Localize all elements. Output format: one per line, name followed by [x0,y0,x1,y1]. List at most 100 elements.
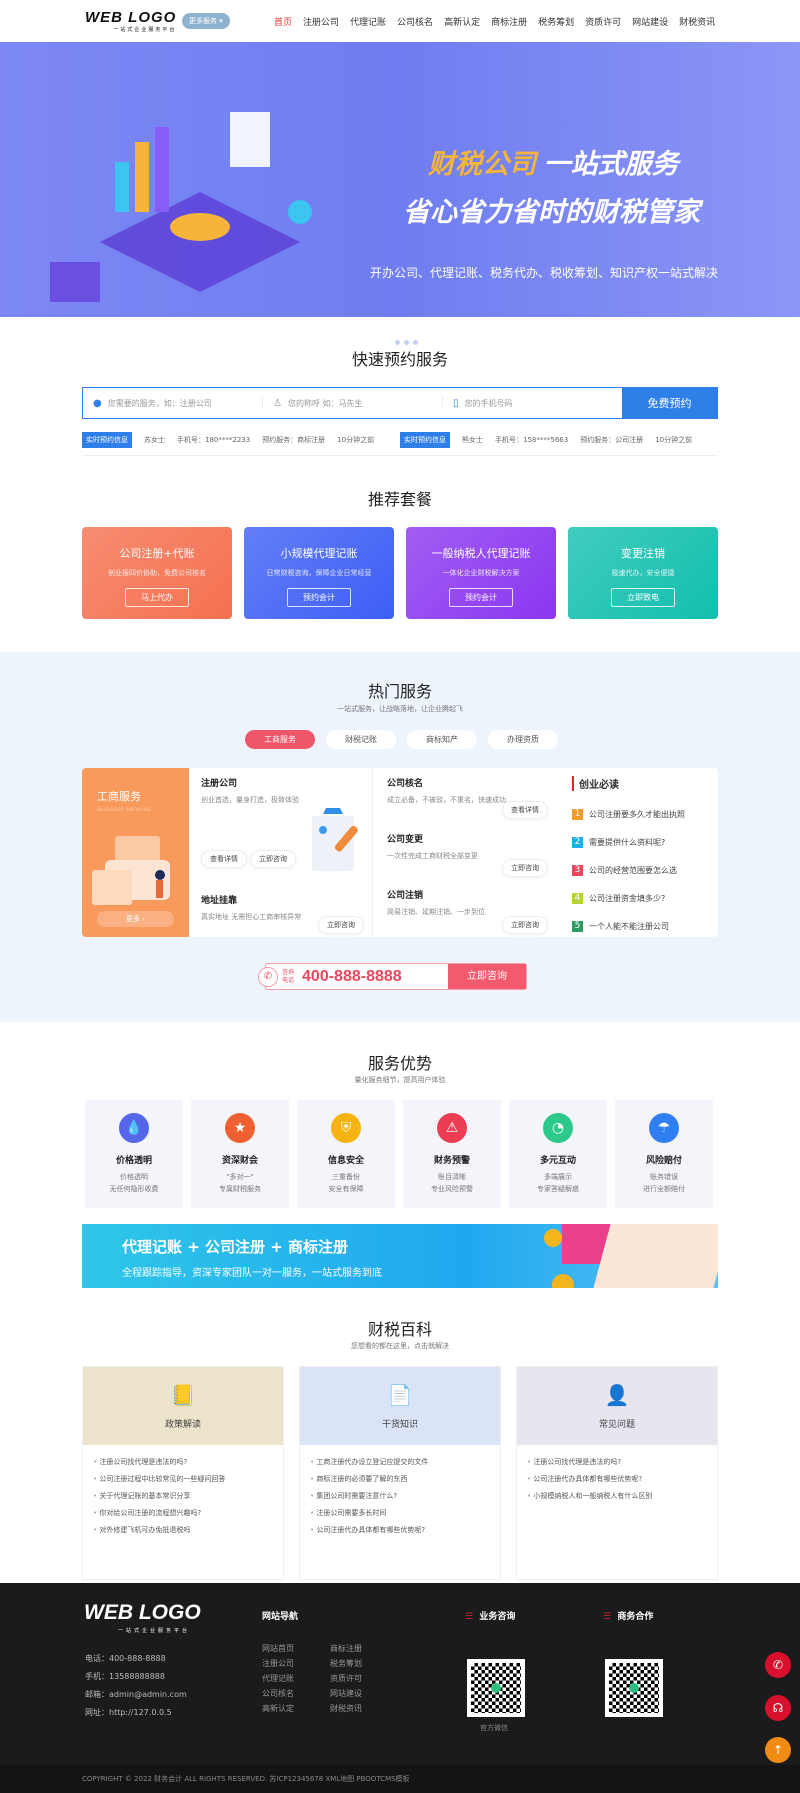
tab-0[interactable]: 工商服务 [245,730,315,749]
service-item[interactable]: 公司注销 简易注销、延期注销、一步到位 [387,888,485,917]
free-booking-button[interactable]: 免费预约 [622,388,717,418]
reading-link[interactable]: 公司注册要多久才能出执照 [589,809,685,820]
nav-item[interactable]: 注册公司 [303,15,339,28]
reading-item[interactable]: 4 公司注册资金填多少? [572,884,712,912]
logo[interactable]: WEB LOGO 一站式企业服务平台 [85,9,176,33]
package-button[interactable]: 马上代办 [125,588,189,607]
nav-item[interactable]: 商标注册 [491,15,527,28]
nav-item[interactable]: 资质许可 [585,15,621,28]
reading-link[interactable]: 需要提供什么资料呢? [589,837,665,848]
package-card[interactable]: 小规模代理记账 日常财税咨询，保障企业日常经营 预约会计 [244,527,394,619]
nav-item[interactable]: 财税资讯 [679,15,715,28]
view-details-button[interactable]: 查看详情 [502,801,548,819]
reading-item[interactable]: 3 公司的经营范围要怎么选 [572,856,712,884]
tab-1[interactable]: 财税记账 [326,730,396,749]
article-link[interactable]: 你对给公司注册的流程想兴趣吗? [93,1508,273,1525]
phone-float-button[interactable]: ✆ [765,1652,791,1678]
footer-nav-link[interactable]: 资质许可 [330,1673,390,1684]
nav-item[interactable]: 首页 [274,15,292,28]
promo-title: 代理记账 + 公司注册 + 商标注册 [122,1238,349,1256]
phone-input[interactable]: ▯ 您的手机号码 [443,396,622,410]
article-link[interactable]: 公司注册代办具体都有哪些优势呢? [527,1474,707,1491]
consult-button[interactable]: 立即咨询 [502,916,548,934]
footer-nav-link[interactable]: 财税资讯 [330,1703,390,1714]
footer-nav-link[interactable]: 代理记账 [262,1673,330,1684]
footer-nav-link[interactable]: 公司核名 [262,1688,330,1699]
tab-2[interactable]: 商标知产 [407,730,477,749]
article-link[interactable]: 关于代理记账的基本常识分享 [93,1491,273,1508]
package-button[interactable]: 预约会计 [449,588,513,607]
menu-icon: ☰ [465,1612,474,1622]
article-link[interactable]: 对外修建飞机可办免抵退税吗 [93,1525,273,1542]
reading-item[interactable]: 2 需要提供什么资料呢? [572,828,712,856]
umbrella-icon: ☂ [649,1113,679,1143]
article-link[interactable]: 注册公司找代理是违法的吗? [527,1457,707,1474]
consult-button[interactable]: 立即咨询 [250,850,296,868]
nav-item[interactable]: 网站建设 [632,15,668,28]
package-button[interactable]: 立即致电 [611,588,675,607]
package-card[interactable]: 公司注册+代账 创业报四价协助，免费公司核名 马上代办 [82,527,232,619]
nav-item[interactable]: 公司核名 [397,15,433,28]
service-item[interactable]: 注册公司 创业首选，量身打造，极致体验 [201,776,299,805]
contact-info: 手机：13588888888 [85,1672,165,1681]
article-link[interactable]: 商标注册的必须要了解的东西 [310,1474,490,1491]
business-services-card[interactable]: 工商服务 Business Services 更多 › [82,768,189,937]
cooperation-heading: ☰ 商务合作 [603,1612,654,1622]
footer-nav-link[interactable]: 高新认定 [262,1703,330,1714]
consult-now-button[interactable]: 立即咨询 [448,964,526,989]
booking-title: 快速预约服务 [351,350,448,369]
package-button[interactable]: 预约会计 [287,588,351,607]
hero-banner[interactable]: 财税公司 一站式服务 省心省力省时的财税管家 开办公司、代理记账、税务代办、税收… [0,42,800,345]
tab-3[interactable]: 办理资质 [488,730,558,749]
article-link[interactable]: 注册公司找代理是违法的吗? [93,1457,273,1474]
carousel-dot[interactable] [404,340,409,345]
carousel-dot[interactable] [395,340,400,345]
article-link[interactable]: 注册公司需要多长时间 [310,1508,490,1525]
menu-icon: ☰ [603,1612,612,1622]
article-link[interactable]: 小规模纳税人和一般纳税人有什么区别 [527,1491,707,1508]
footer-nav-link[interactable]: 商标注册 [330,1643,390,1654]
article-link[interactable]: 公司注册过程中比较常见的一些疑问回答 [93,1474,273,1491]
carousel-dot[interactable] [376,340,391,345]
carousel-dots[interactable] [376,340,418,345]
reading-item[interactable]: 5 一个人能不能注册公司 [572,912,712,940]
package-card[interactable]: 变更注销 极速代办，安全便捷 立即致电 [568,527,718,619]
service-input[interactable]: ● 您需要的服务，如：注册公司 [83,396,263,410]
consult-button[interactable]: 立即咨询 [502,859,548,877]
advantage-desc: 三重备份 安全有保障 [328,1173,364,1193]
nav-item[interactable]: 税务筹划 [538,15,574,28]
article-link[interactable]: 工商注册代办设立登记应提交的文件 [310,1457,490,1474]
view-details-button[interactable]: 查看详情 [201,850,247,868]
more-button[interactable]: 更多 › [97,911,174,927]
footer-nav-link[interactable]: 网站建设 [330,1688,390,1699]
wiki-column-header[interactable]: 👤 常见问题 [517,1367,717,1445]
nav-item[interactable]: 高新认定 [444,15,480,28]
carousel-dot[interactable] [413,340,418,345]
footer-nav-link[interactable]: 注册公司 [262,1658,330,1669]
reading-item[interactable]: 1 公司注册要多久才能出执照 [572,800,712,828]
service-item[interactable]: 地址挂靠 真实地址 无需担心工商审核异常 [201,893,301,922]
wiki-column-header[interactable]: 📄 干货知识 [300,1367,500,1445]
consult-button[interactable]: 立即咨询 [318,916,364,934]
footer: WEB LOGO 一站式企业服务平台 电话：400-888-8888 手机：135… [0,1583,800,1765]
article-link[interactable]: 公司注册代办具体都有哪些优势呢? [310,1525,490,1542]
name-input[interactable]: ♙ 您的称呼 如：马先生 [263,396,443,410]
side-subtitle: Business Services [97,806,151,813]
more-services-button[interactable]: 更多服务 ▾ [182,13,230,29]
nav-item[interactable]: 代理记账 [350,15,386,28]
wiki-column-header[interactable]: 📒 政策解读 [83,1367,283,1445]
article-link[interactable]: 集团公司时需要注意什么? [310,1491,490,1508]
promo-banner[interactable]: 代理记账 + 公司注册 + 商标注册 全程跟踪指导，资深专家团队一对一服务，一站… [82,1224,718,1288]
service-item[interactable]: 公司核名 成立必备，不被驳，不重名，快速成功 [387,776,506,805]
reading-link[interactable]: 公司的经营范围要怎么选 [589,865,677,876]
customer-service-float-button[interactable]: ☊ [765,1695,791,1721]
reading-link[interactable]: 一个人能不能注册公司 [589,921,669,932]
reading-link[interactable]: 公司注册资金填多少? [589,893,665,904]
footer-nav-link[interactable]: 税务筹划 [330,1658,390,1669]
advantage-card: ◔ 多元互动 多端展示 专家答疑解惑 [509,1100,607,1208]
footer-nav-link[interactable]: 网站首页 [262,1643,330,1654]
package-card[interactable]: 一般纳税人代理记账 一体化企业财税解决方案 预约会计 [406,527,556,619]
promo-subtitle: 全程跟踪指导，资深专家团队一对一服务，一站式服务到底 [122,1268,382,1279]
back-to-top-button[interactable]: ↑ [765,1737,791,1763]
service-item[interactable]: 公司变更 一次性完成工商财税全部变更 [387,832,478,861]
